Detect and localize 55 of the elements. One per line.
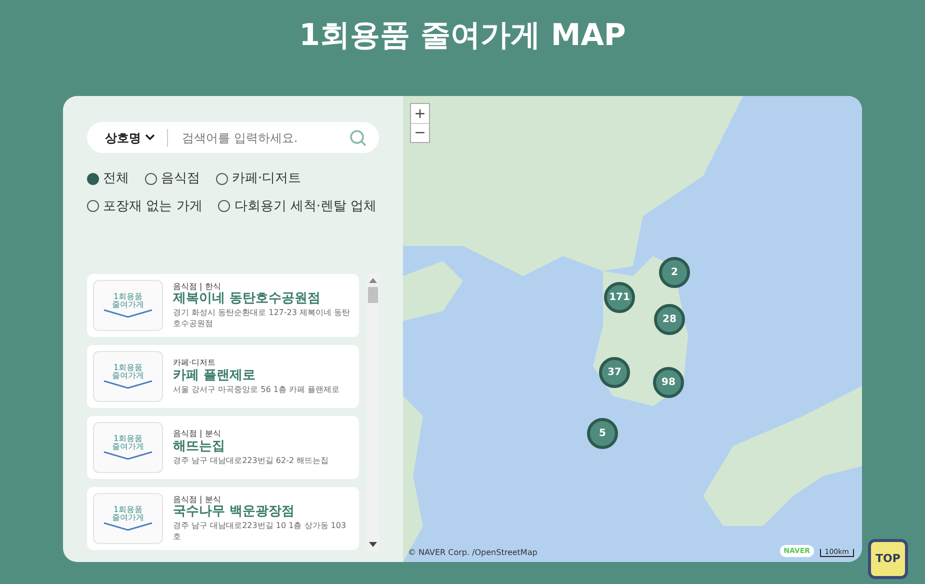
radio-icon[interactable] (218, 200, 230, 212)
radio-icon[interactable] (87, 172, 99, 185)
store-address: 경주 남구 대남대로223번길 62-2 해뜨는집 (173, 456, 329, 466)
radio-icon[interactable] (87, 200, 99, 212)
filter-label: 전체 (103, 170, 129, 188)
logo-text: 줄여가게 (112, 514, 144, 522)
logo-text: 1회용품 (113, 435, 143, 443)
radio-icon[interactable] (145, 172, 157, 185)
chevron-icon (103, 309, 153, 318)
cluster-marker[interactable]: 2 (659, 257, 690, 288)
store-name: 카페 플랜제로 (173, 368, 257, 385)
chevron-icon (103, 451, 153, 460)
logo-text: 1회용품 (113, 364, 143, 372)
chevron-icon (103, 522, 153, 531)
store-card[interactable]: 1회용품 줄여가게 음식점 | 분식 해뜨는집 경주 남구 대남대로223번길 62-2 해뜨는집 (87, 416, 359, 479)
filter-radio[interactable]: 카페·디저트 (216, 169, 302, 188)
filter-label: 다회용기 세척·렌탈 업체 (234, 198, 377, 216)
search-field[interactable]: 상호명 검색어를 입력하세요. (87, 122, 379, 153)
scroll-down-icon[interactable] (369, 542, 377, 547)
filter-radio[interactable]: 다회용기 세척·렌탈 업체 (218, 196, 377, 216)
filter-label: 포장재 없는 가게 (103, 198, 202, 216)
store-card[interactable]: 1회용품 줄여가게 음식점 | 한식 제복이네 동탄호수공원점 경기 화성시 동탄순환대로 127-23 제복이네 동탄호수공원점 (87, 274, 359, 337)
filter-radio[interactable]: 음식점 (145, 169, 200, 188)
logo-text: 줄여가게 (112, 301, 144, 309)
store-name: 해뜨는집 (173, 438, 226, 456)
logo-text: 줄여가게 (112, 372, 144, 380)
radio-icon[interactable] (216, 172, 228, 185)
filter-radio[interactable]: 포장재 없는 가게 (87, 196, 202, 216)
cluster-marker[interactable]: 5 (587, 418, 618, 449)
store-card[interactable]: 1회용품 줄여가게 카페·디저트 카페 플랜제로 서울 강서구 마곡중앙로 56 1층 카페 플랜제로 (87, 345, 359, 408)
map-attribution: © NAVER Corp. /OpenStreetMap (408, 547, 538, 559)
category: 음식점 | 분식 (173, 429, 222, 439)
store-address: 경기 화성시 동탄순환대로 127-23 제복이네 동탄호수공원점 (173, 308, 352, 330)
store-name: 제복이네 동탄호수공원점 (173, 291, 322, 308)
scrollbar-thumb[interactable] (368, 287, 378, 303)
logo-text: 1회용품 (113, 506, 143, 514)
top-button[interactable]: TOP (868, 539, 908, 579)
store-name: 국수나무 백운광장점 (173, 504, 296, 522)
filter-label: 음식점 (161, 170, 200, 188)
scroll-up-icon[interactable] (369, 278, 377, 283)
category: 카페·디저트 (173, 358, 217, 368)
scrollbar[interactable] (367, 274, 379, 551)
page-title: 1회용품 줄여가게 MAP (298, 17, 627, 55)
filter-label: 카페·디저트 (232, 170, 302, 188)
logo-text: 1회용품 (113, 293, 143, 301)
chevron-icon (103, 380, 153, 389)
category-dropdown[interactable]: 상호명 (105, 128, 155, 146)
store-address: 경주 남구 대남대로223번길 10 1층 상가동 103호 (173, 521, 348, 542)
store-address: 서울 강서구 마곡중앙로 56 1층 카페 플랜제로 (173, 384, 340, 395)
category: 음식점 | 한식 (173, 282, 222, 292)
filter-radio[interactable]: 전체 (87, 169, 129, 188)
logo-text: 줄여가게 (112, 443, 144, 451)
store-card[interactable]: 1회용품 줄여가게 음식점 | 분식 국수나무 백운광장점 경주 남구 대남대로223번길 10 1층 상가동 103호 (87, 487, 359, 550)
category: 음식점 | 분식 (173, 494, 222, 504)
caret-icon (145, 134, 155, 141)
